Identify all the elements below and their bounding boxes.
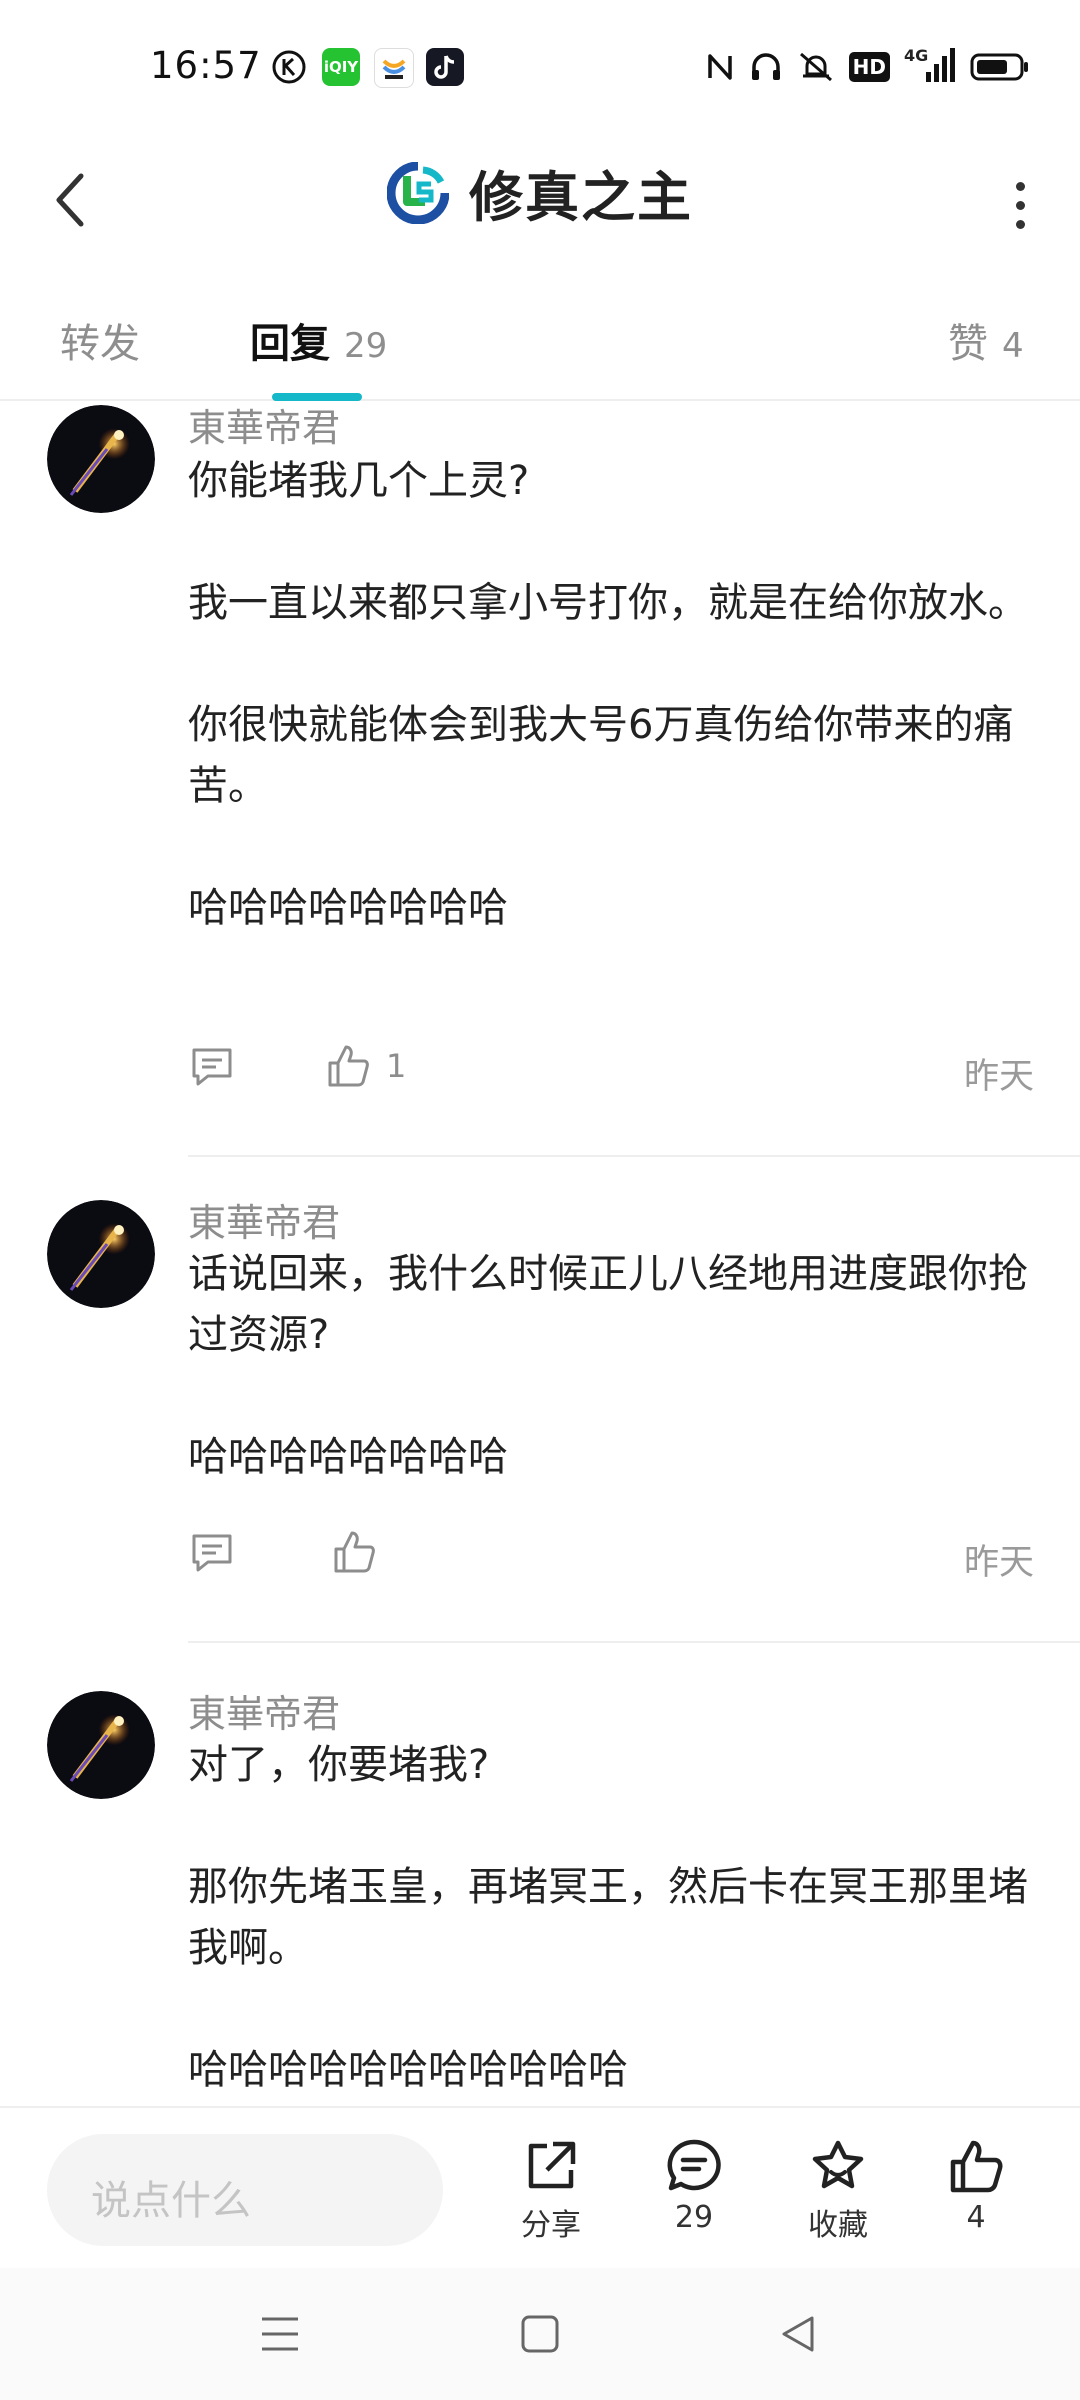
tab-label: 转发: [60, 321, 140, 367]
like-button[interactable]: [332, 1529, 392, 1575]
favorite-label: 收藏: [808, 2208, 868, 2243]
tab-label: 赞: [948, 321, 988, 367]
iqiyi-label: iQIY: [323, 58, 359, 76]
avatar[interactable]: [47, 1200, 155, 1308]
comment-paragraph: 我一直以来都只拿小号打你，就是在给你放水。: [188, 580, 1028, 626]
status-time: 16:57: [150, 44, 262, 87]
star-icon: [812, 2140, 864, 2189]
hd-icon: HD: [848, 46, 890, 88]
comment-paragraph: 话说回来，我什么时候正儿八经地用进度跟你抢过资源?: [188, 1251, 1028, 1358]
app-icon: [374, 48, 414, 88]
comment-item: 東華帝君 你能堵我几个上灵? 我一直以来都只拿小号打你，就是在给你放水。 你很快…: [0, 401, 1080, 1196]
avatar[interactable]: [47, 1691, 155, 1799]
like-button[interactable]: 1: [326, 1043, 406, 1089]
hd-label: HD: [848, 52, 890, 82]
tab-forward[interactable]: 转发: [60, 311, 140, 369]
home-button[interactable]: [510, 2304, 570, 2364]
back-triangle-icon: [782, 2316, 814, 2352]
k-icon: [270, 48, 308, 86]
reply-button[interactable]: [190, 1532, 234, 1574]
like-count: 1: [386, 1047, 407, 1085]
home-square-icon: [521, 2315, 559, 2353]
divider: [188, 1155, 1080, 1157]
comment-paragraph: 哈哈哈哈哈哈哈哈: [188, 1434, 508, 1480]
menu-icon: [262, 2317, 298, 2351]
comment-paragraph: 你能堵我几个上灵?: [188, 458, 530, 504]
more-options-button[interactable]: [1000, 165, 1040, 245]
tab-likes[interactable]: 赞 4: [948, 311, 1024, 369]
divider: [188, 1641, 1080, 1643]
thumbs-up-icon: [950, 2140, 1003, 2193]
comment-author[interactable]: 東崋帝君: [188, 1683, 340, 1738]
comment-text: 你能堵我几个上灵? 我一直以来都只拿小号打你，就是在给你放水。 你很快就能体会到…: [188, 451, 1038, 939]
comment-paragraph: 哈哈哈哈哈哈哈哈哈哈哈: [188, 2047, 628, 2093]
comment-item: 東華帝君 话说回来，我什么时候正儿八经地用进度跟你抢过资源? 哈哈哈哈哈哈哈哈 …: [0, 1196, 1080, 1686]
back-nav-button[interactable]: [768, 2304, 828, 2364]
active-tab-indicator: [272, 393, 362, 401]
comment-text: 话说回来，我什么时候正儿八经地用进度跟你抢过资源? 哈哈哈哈哈哈哈哈: [188, 1244, 1038, 1488]
iqiyi-icon: iQIY: [322, 48, 360, 86]
share-icon: [528, 2141, 576, 2189]
chat-bubble-icon: [667, 2139, 721, 2191]
share-label: 分享: [521, 2208, 581, 2243]
tab-label: 回复: [250, 321, 330, 367]
nfc-icon: [705, 46, 735, 88]
comments-button[interactable]: 29: [644, 2138, 744, 2235]
status-right: HD 4G: [705, 46, 1030, 88]
like-count-total: 4: [966, 2200, 986, 2235]
signal-4g-icon: 4G: [904, 46, 956, 88]
tab-replies[interactable]: 回复 29: [250, 311, 387, 369]
network-label: 4G: [904, 46, 929, 65]
comment-time: 昨天: [963, 1543, 1034, 1583]
more-vertical-icon: [1015, 181, 1025, 191]
comment-count: 29: [674, 2200, 714, 2235]
tab-count: 4: [1002, 326, 1024, 366]
comment-icon: [192, 1534, 232, 1572]
page-title: 修真之主: [469, 166, 693, 229]
comment-paragraph: 你很快就能体会到我大号6万真伤给你带来的痛苦。: [188, 702, 1014, 809]
comment-time: 昨天: [963, 1057, 1034, 1097]
battery-icon: [970, 46, 1030, 88]
thumbs-up-icon: [328, 1045, 369, 1087]
comment-list[interactable]: 東華帝君 你能堵我几个上灵? 我一直以来都只拿小号打你，就是在给你放水。 你很快…: [0, 401, 1080, 2106]
circle-logo-icon: [387, 161, 449, 224]
more-dot: [1015, 200, 1025, 210]
more-dot: [1015, 219, 1025, 229]
reply-button[interactable]: [190, 1046, 234, 1088]
comment-paragraph: 那你先堵玉皇，再堵冥王，然后卡在冥王那里堵我啊。: [188, 1864, 1028, 1971]
headset-icon: [749, 46, 783, 88]
menu-button[interactable]: [250, 2304, 310, 2364]
thumbs-up-icon: [334, 1531, 375, 1573]
comment-item: 東崋帝君 对了，你要堵我? 那你先堵玉皇，再堵冥王，然后卡在冥王那里堵我啊。 哈…: [0, 1687, 1080, 2106]
status-bar: 16:57 iQIY HD 4G: [0, 0, 1080, 135]
tab-bar: 转发 回复 29 赞 4: [0, 285, 1080, 401]
avatar[interactable]: [47, 405, 155, 513]
input-placeholder: 说点什么: [91, 2178, 251, 2224]
comment-author[interactable]: 東華帝君: [188, 401, 340, 452]
comment-text: 对了，你要堵我? 那你先堵玉皇，再堵冥王，然后卡在冥王那里堵我啊。 哈哈哈哈哈哈…: [188, 1735, 1038, 2101]
comment-paragraph: 哈哈哈哈哈哈哈哈: [188, 885, 508, 931]
title-wrap: 修真之主: [0, 153, 1080, 232]
tab-count: 29: [344, 326, 388, 366]
mute-icon: [797, 46, 835, 88]
comment-author[interactable]: 東華帝君: [188, 1192, 340, 1247]
header: 修真之主: [0, 135, 1080, 285]
comment-icon: [192, 1048, 232, 1086]
system-nav-bar: [0, 2268, 1080, 2400]
bottom-action-bar: 说点什么 分享 29 收藏 4: [0, 2106, 1080, 2270]
comment-input[interactable]: 说点什么: [47, 2134, 443, 2246]
share-button[interactable]: 分享: [501, 2138, 601, 2244]
like-post-button[interactable]: 4: [926, 2138, 1026, 2235]
tiktok-icon: [426, 48, 464, 86]
comment-paragraph: 对了，你要堵我?: [188, 1742, 490, 1788]
favorite-button[interactable]: 收藏: [788, 2138, 888, 2244]
